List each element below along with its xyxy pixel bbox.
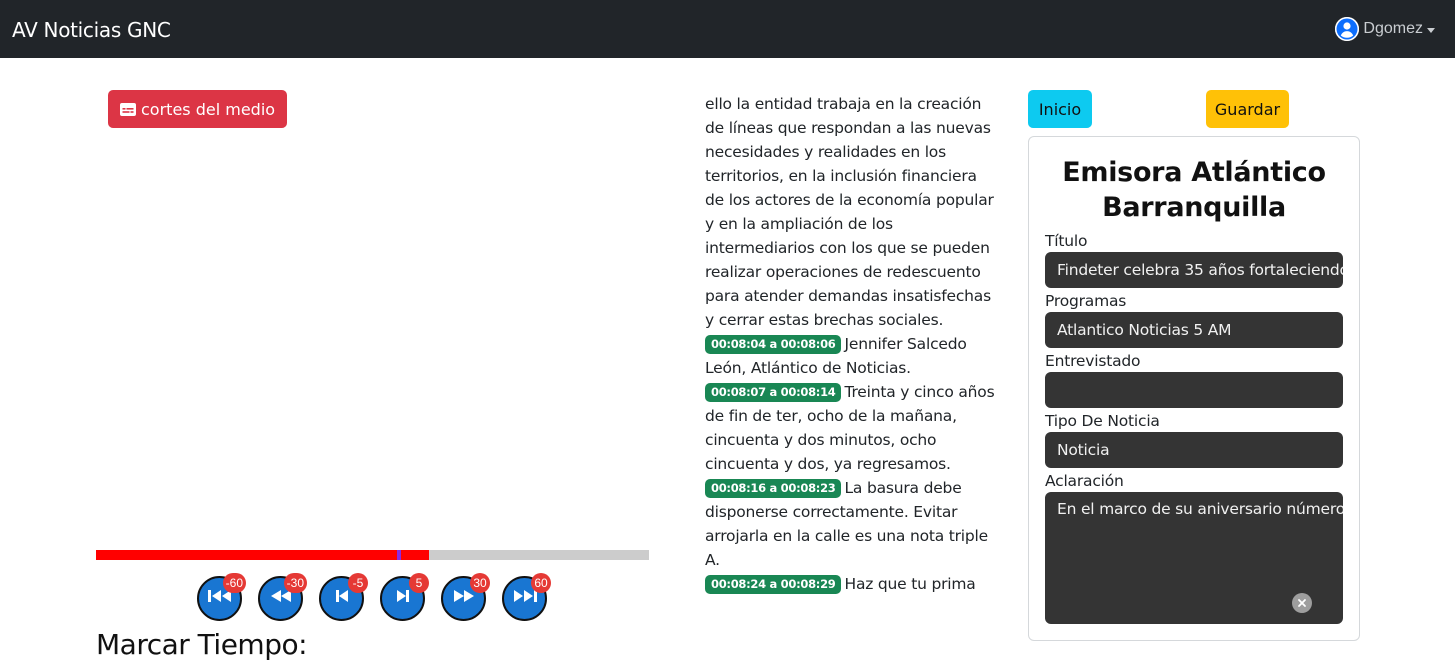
timestamp-badge[interactable]: 00:08:04 a 00:08:06 <box>705 335 842 354</box>
entrevistado-field[interactable] <box>1045 372 1343 408</box>
step-back-icon <box>334 588 350 609</box>
timestamp-badge[interactable]: 00:08:24 a 00:08:29 <box>705 575 842 594</box>
progress-fill <box>96 550 430 560</box>
transcript-panel: ello la entidad trabaja en la creación d… <box>705 92 997 596</box>
back-5-badge: -5 <box>348 573 368 593</box>
timestamp-badge[interactable]: 00:08:07 a 00:08:14 <box>705 383 842 402</box>
station-heading: Emisora Atlántico Barranquilla <box>1062 157 1326 223</box>
user-name: Dgomez <box>1363 20 1423 37</box>
subtitles-icon <box>120 102 136 116</box>
transcript-intro: ello la entidad trabaja en la creación d… <box>705 95 994 329</box>
transcript-segment-text: Haz que tu prima <box>844 575 976 593</box>
titulo-field[interactable]: Findeter celebra 35 años fortaleciendo <box>1045 252 1343 288</box>
user-avatar-icon <box>1335 17 1360 41</box>
programas-label: Programas <box>1045 292 1127 310</box>
inicio-button[interactable]: Inicio <box>1028 90 1092 128</box>
playhead-marker[interactable] <box>397 550 402 560</box>
aclaracion-label: Aclaración <box>1045 472 1124 490</box>
skip-forward-icon <box>512 588 538 609</box>
forward-60-button[interactable]: 60 <box>502 573 551 621</box>
cortes-del-medio-label: cortes del medio <box>141 99 276 119</box>
brand-title[interactable]: AV Noticias GNC <box>12 18 171 42</box>
tipo-noticia-label: Tipo De Noticia <box>1045 412 1160 430</box>
chevron-down-icon <box>1427 27 1435 33</box>
forward-5-badge: 5 <box>409 573 429 593</box>
back-30-badge: -30 <box>283 573 307 593</box>
entrevistado-label: Entrevistado <box>1045 352 1141 370</box>
news-form-card: Emisora Atlántico Barranquilla Título Fi… <box>1028 136 1360 641</box>
audio-progress-bar[interactable] <box>96 550 649 560</box>
titulo-label: Título <box>1045 232 1088 250</box>
tipo-noticia-field[interactable]: Noticia <box>1045 432 1343 468</box>
back-5-button[interactable]: -5 <box>319 573 368 621</box>
forward-60-badge: 60 <box>531 573 551 593</box>
playback-controls: -60 -30 -5 5 30 60 <box>197 573 551 621</box>
programas-field[interactable]: Atlantico Noticias 5 AM <box>1045 312 1343 348</box>
fast-forward-icon <box>452 588 476 609</box>
back-30-button[interactable]: -30 <box>258 573 307 621</box>
marcar-tiempo-heading: Marcar Tiempo: <box>96 628 308 661</box>
navbar: AV Noticias GNC Dgomez <box>0 0 1455 58</box>
guardar-button[interactable]: Guardar <box>1206 90 1289 128</box>
user-menu[interactable]: Dgomez <box>1335 17 1435 41</box>
timestamp-badge[interactable]: 00:08:16 a 00:08:23 <box>705 479 842 498</box>
step-forward-icon <box>395 588 411 609</box>
forward-5-button[interactable]: 5 <box>380 573 429 621</box>
forward-30-button[interactable]: 30 <box>441 573 490 621</box>
back-60-button[interactable]: -60 <box>197 573 246 621</box>
forward-30-badge: 30 <box>470 573 490 593</box>
cortes-del-medio-button[interactable]: cortes del medio <box>108 90 288 128</box>
back-60-badge: -60 <box>222 573 246 593</box>
clear-icon[interactable] <box>1292 593 1312 613</box>
